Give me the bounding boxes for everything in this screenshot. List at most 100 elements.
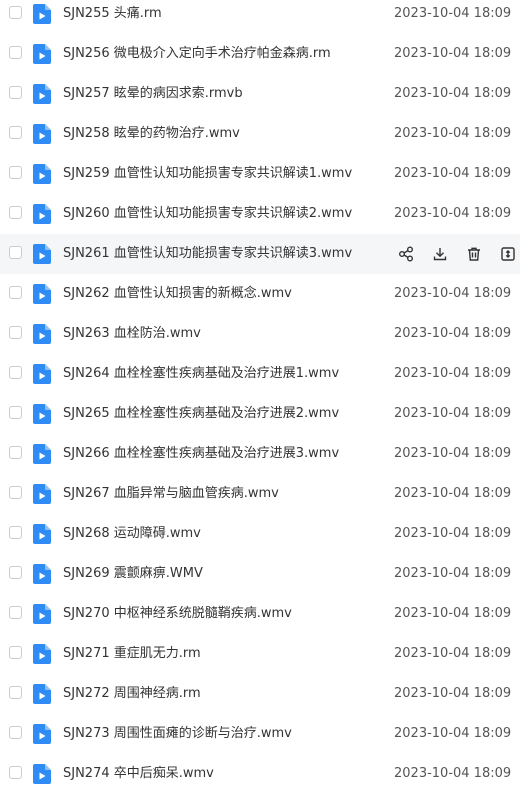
file-row[interactable]: SJN270 中枢神经系统脱髓鞘疾病.wmv 2023-10-04 18:09 [0,594,520,634]
video-file-icon [33,84,51,104]
file-name[interactable]: SJN255 头痛.rm [63,0,162,34]
file-date: 2023-10-04 18:09 [394,446,512,461]
file-name[interactable]: SJN270 中枢神经系统脱髓鞘疾病.wmv [63,594,292,634]
row-checkbox[interactable] [9,286,22,299]
file-date: 2023-10-04 18:09 [394,46,512,61]
row-checkbox[interactable] [9,686,22,699]
file-list: SJN255 头痛.rm 2023-10-04 18:09 SJN256 微电极… [0,0,520,796]
file-name[interactable]: SJN271 重症肌无力.rm [63,634,201,674]
video-file-icon [33,484,51,504]
file-date: 2023-10-04 18:09 [394,726,512,741]
file-row[interactable]: SJN267 血脂异常与脑血管疾病.wmv 2023-10-04 18:09 [0,474,520,514]
file-date: 2023-10-04 18:09 [394,126,512,141]
file-name[interactable]: SJN258 眩晕的药物治疗.wmv [63,114,240,154]
row-checkbox[interactable] [9,246,22,259]
file-name[interactable]: SJN267 血脂异常与脑血管疾病.wmv [63,474,279,514]
file-row[interactable]: SJN271 重症肌无力.rm 2023-10-04 18:09 [0,634,520,674]
file-name[interactable]: SJN262 血管性认知损害的新概念.wmv [63,274,292,314]
file-row[interactable]: SJN273 周围性面瘫的诊断与治疗.wmv 2023-10-04 18:09 [0,714,520,754]
video-file-icon [33,404,51,424]
file-date: 2023-10-04 18:09 [394,646,512,661]
file-row[interactable]: SJN258 眩晕的药物治疗.wmv 2023-10-04 18:09 [0,114,520,154]
row-checkbox[interactable] [9,86,22,99]
video-file-icon [33,564,51,584]
file-row[interactable]: SJN262 血管性认知损害的新概念.wmv 2023-10-04 18:09 [0,274,520,314]
row-checkbox[interactable] [9,766,22,779]
file-date: 2023-10-04 18:09 [394,566,512,581]
delete-icon[interactable] [466,246,482,262]
file-name[interactable]: SJN256 微电极介入定向手术治疗帕金森病.rm [63,34,331,74]
row-checkbox[interactable] [9,526,22,539]
row-checkbox[interactable] [9,606,22,619]
row-checkbox[interactable] [9,6,22,19]
video-file-icon [33,244,51,264]
row-checkbox[interactable] [9,46,22,59]
file-row[interactable]: SJN266 血栓栓塞性疾病基础及治疗进展3.wmv 2023-10-04 18… [0,434,520,474]
row-checkbox[interactable] [9,566,22,579]
row-checkbox[interactable] [9,646,22,659]
file-row[interactable]: SJN260 血管性认知功能损害专家共识解读2.wmv 2023-10-04 1… [0,194,520,234]
video-file-icon [33,684,51,704]
file-row[interactable]: SJN257 眩晕的病因求索.rmvb 2023-10-04 18:09 [0,74,520,114]
file-date: 2023-10-04 18:09 [394,6,512,21]
row-checkbox[interactable] [9,366,22,379]
row-actions [390,234,520,274]
video-file-icon [33,284,51,304]
row-checkbox[interactable] [9,126,22,139]
video-file-icon [33,764,51,784]
file-row[interactable]: SJN272 周围神经病.rm 2023-10-04 18:09 [0,674,520,714]
row-checkbox[interactable] [9,326,22,339]
more-icon[interactable] [500,246,516,262]
file-name[interactable]: SJN264 血栓栓塞性疾病基础及治疗进展1.wmv [63,354,339,394]
video-file-icon [33,524,51,544]
video-file-icon [33,364,51,384]
file-date: 2023-10-04 18:09 [394,326,512,341]
file-row[interactable]: SJN268 运动障碍.wmv 2023-10-04 18:09 [0,514,520,554]
video-file-icon [33,724,51,744]
file-row[interactable]: SJN263 血栓防治.wmv 2023-10-04 18:09 [0,314,520,354]
file-row[interactable]: SJN255 头痛.rm 2023-10-04 18:09 [0,0,520,34]
file-date: 2023-10-04 18:09 [394,86,512,101]
file-name[interactable]: SJN260 血管性认知功能损害专家共识解读2.wmv [63,194,352,234]
file-row[interactable]: SJN256 微电极介入定向手术治疗帕金森病.rm 2023-10-04 18:… [0,34,520,74]
download-icon[interactable] [432,246,448,262]
file-date: 2023-10-04 18:09 [394,206,512,221]
video-file-icon [33,124,51,144]
file-name[interactable]: SJN257 眩晕的病因求索.rmvb [63,74,243,114]
file-row[interactable]: SJN269 震颤麻痹.WMV 2023-10-04 18:09 [0,554,520,594]
file-row[interactable]: SJN264 血栓栓塞性疾病基础及治疗进展1.wmv 2023-10-04 18… [0,354,520,394]
file-date: 2023-10-04 18:09 [394,766,512,781]
row-checkbox[interactable] [9,486,22,499]
file-name[interactable]: SJN272 周围神经病.rm [63,674,201,714]
file-date: 2023-10-04 18:09 [394,606,512,621]
file-name[interactable]: SJN269 震颤麻痹.WMV [63,554,203,594]
file-name[interactable]: SJN259 血管性认知功能损害专家共识解读1.wmv [63,154,352,194]
video-file-icon [33,324,51,344]
file-name[interactable]: SJN268 运动障碍.wmv [63,514,201,554]
video-file-icon [33,604,51,624]
file-date: 2023-10-04 18:09 [394,166,512,181]
file-date: 2023-10-04 18:09 [394,406,512,421]
file-date: 2023-10-04 18:09 [394,686,512,701]
file-name[interactable]: SJN265 血栓栓塞性疾病基础及治疗进展2.wmv [63,394,339,434]
file-name[interactable]: SJN261 血管性认知功能损害专家共识解读3.wmv [63,234,352,274]
video-file-icon [33,4,51,24]
file-row[interactable]: SJN265 血栓栓塞性疾病基础及治疗进展2.wmv 2023-10-04 18… [0,394,520,434]
file-row[interactable]: SJN259 血管性认知功能损害专家共识解读1.wmv 2023-10-04 1… [0,154,520,194]
file-date: 2023-10-04 18:09 [394,366,512,381]
file-name[interactable]: SJN274 卒中后痴呆.wmv [63,754,214,794]
file-name[interactable]: SJN263 血栓防治.wmv [63,314,201,354]
row-checkbox[interactable] [9,166,22,179]
file-row[interactable]: SJN274 卒中后痴呆.wmv 2023-10-04 18:09 [0,754,520,794]
file-date: 2023-10-04 18:09 [394,486,512,501]
file-row[interactable]: SJN261 血管性认知功能损害专家共识解读3.wmv [0,234,520,274]
file-name[interactable]: SJN266 血栓栓塞性疾病基础及治疗进展3.wmv [63,434,339,474]
video-file-icon [33,164,51,184]
file-name[interactable]: SJN273 周围性面瘫的诊断与治疗.wmv [63,714,292,754]
row-checkbox[interactable] [9,206,22,219]
row-checkbox[interactable] [9,726,22,739]
row-checkbox[interactable] [9,406,22,419]
share-icon[interactable] [398,246,414,262]
video-file-icon [33,44,51,64]
row-checkbox[interactable] [9,446,22,459]
